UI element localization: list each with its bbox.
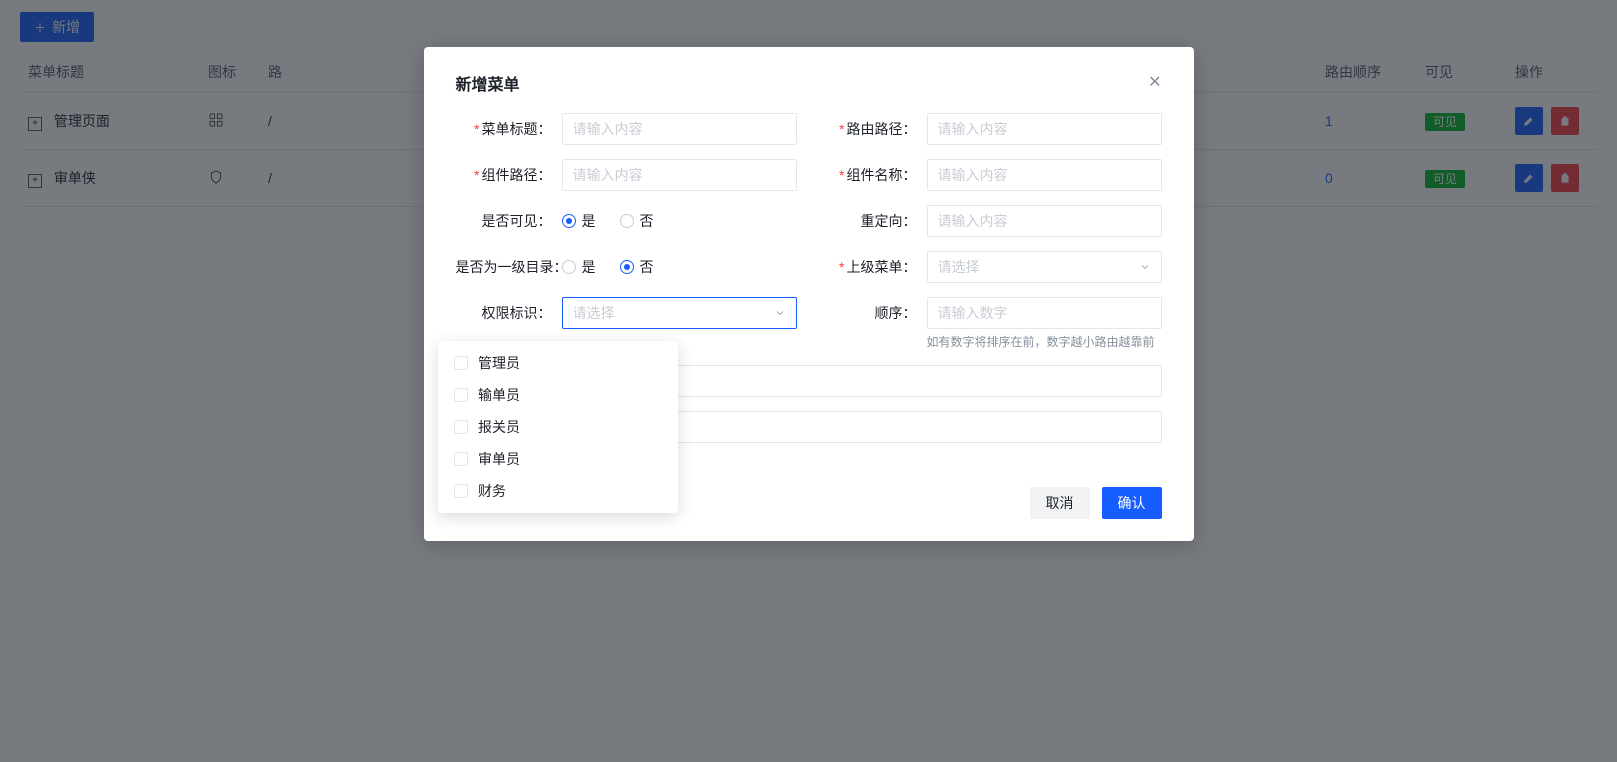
perm-option[interactable]: 管理员 [438, 347, 678, 379]
order-input[interactable] [927, 297, 1162, 329]
checkbox-icon [454, 484, 468, 498]
perm-option[interactable]: 审单员 [438, 443, 678, 475]
close-icon[interactable]: ✕ [1148, 75, 1161, 91]
top-level-radio-group: 是 否 [562, 251, 797, 277]
label-visible: 是否可见： [456, 205, 562, 231]
label-menu-title: *菜单标题： [456, 113, 562, 139]
checkbox-icon [454, 356, 468, 370]
redirect-input[interactable] [927, 205, 1162, 237]
label-redirect: 重定向： [821, 205, 927, 231]
perm-key-select[interactable]: 请选择 [562, 297, 797, 329]
order-hint: 如有数字将排序在前，数字越小路由越靠前 [927, 333, 1162, 351]
component-path-input[interactable] [562, 159, 797, 191]
perm-option[interactable]: 财务 [438, 475, 678, 507]
perm-option-label: 报关员 [478, 417, 520, 437]
label-parent-menu: *上级菜单： [821, 251, 927, 277]
radio-visible-yes[interactable]: 是 [562, 211, 596, 231]
perm-key-dropdown: 管理员 输单员 报关员 审单员 财务 [438, 341, 678, 513]
cancel-button[interactable]: 取消 [1030, 487, 1090, 519]
component-name-input[interactable] [927, 159, 1162, 191]
label-top-level: 是否为一级目录： [456, 251, 562, 277]
perm-option[interactable]: 输单员 [438, 379, 678, 411]
label-component-path: *组件路径： [456, 159, 562, 185]
checkbox-icon [454, 452, 468, 466]
perm-option-label: 输单员 [478, 385, 520, 405]
visible-radio-group: 是 否 [562, 205, 797, 231]
perm-option[interactable]: 报关员 [438, 411, 678, 443]
chevron-down-icon [1139, 261, 1151, 273]
ok-button[interactable]: 确认 [1102, 487, 1162, 519]
route-path-input[interactable] [927, 113, 1162, 145]
label-route-path: *路由路径： [821, 113, 927, 139]
label-order: 顺序： [821, 297, 927, 323]
radio-toplevel-yes[interactable]: 是 [562, 257, 596, 277]
perm-option-label: 财务 [478, 481, 506, 501]
checkbox-icon [454, 420, 468, 434]
menu-title-input[interactable] [562, 113, 797, 145]
perm-option-label: 管理员 [478, 353, 520, 373]
modal-title: 新增菜单 [456, 71, 520, 95]
radio-visible-no[interactable]: 否 [620, 211, 654, 231]
label-perm-key: 权限标识： [456, 297, 562, 323]
label-component-name: *组件名称： [821, 159, 927, 185]
chevron-down-icon [774, 307, 786, 319]
parent-menu-select[interactable]: 请选择 [927, 251, 1162, 283]
checkbox-icon [454, 388, 468, 402]
perm-option-label: 审单员 [478, 449, 520, 469]
radio-toplevel-no[interactable]: 否 [620, 257, 654, 277]
